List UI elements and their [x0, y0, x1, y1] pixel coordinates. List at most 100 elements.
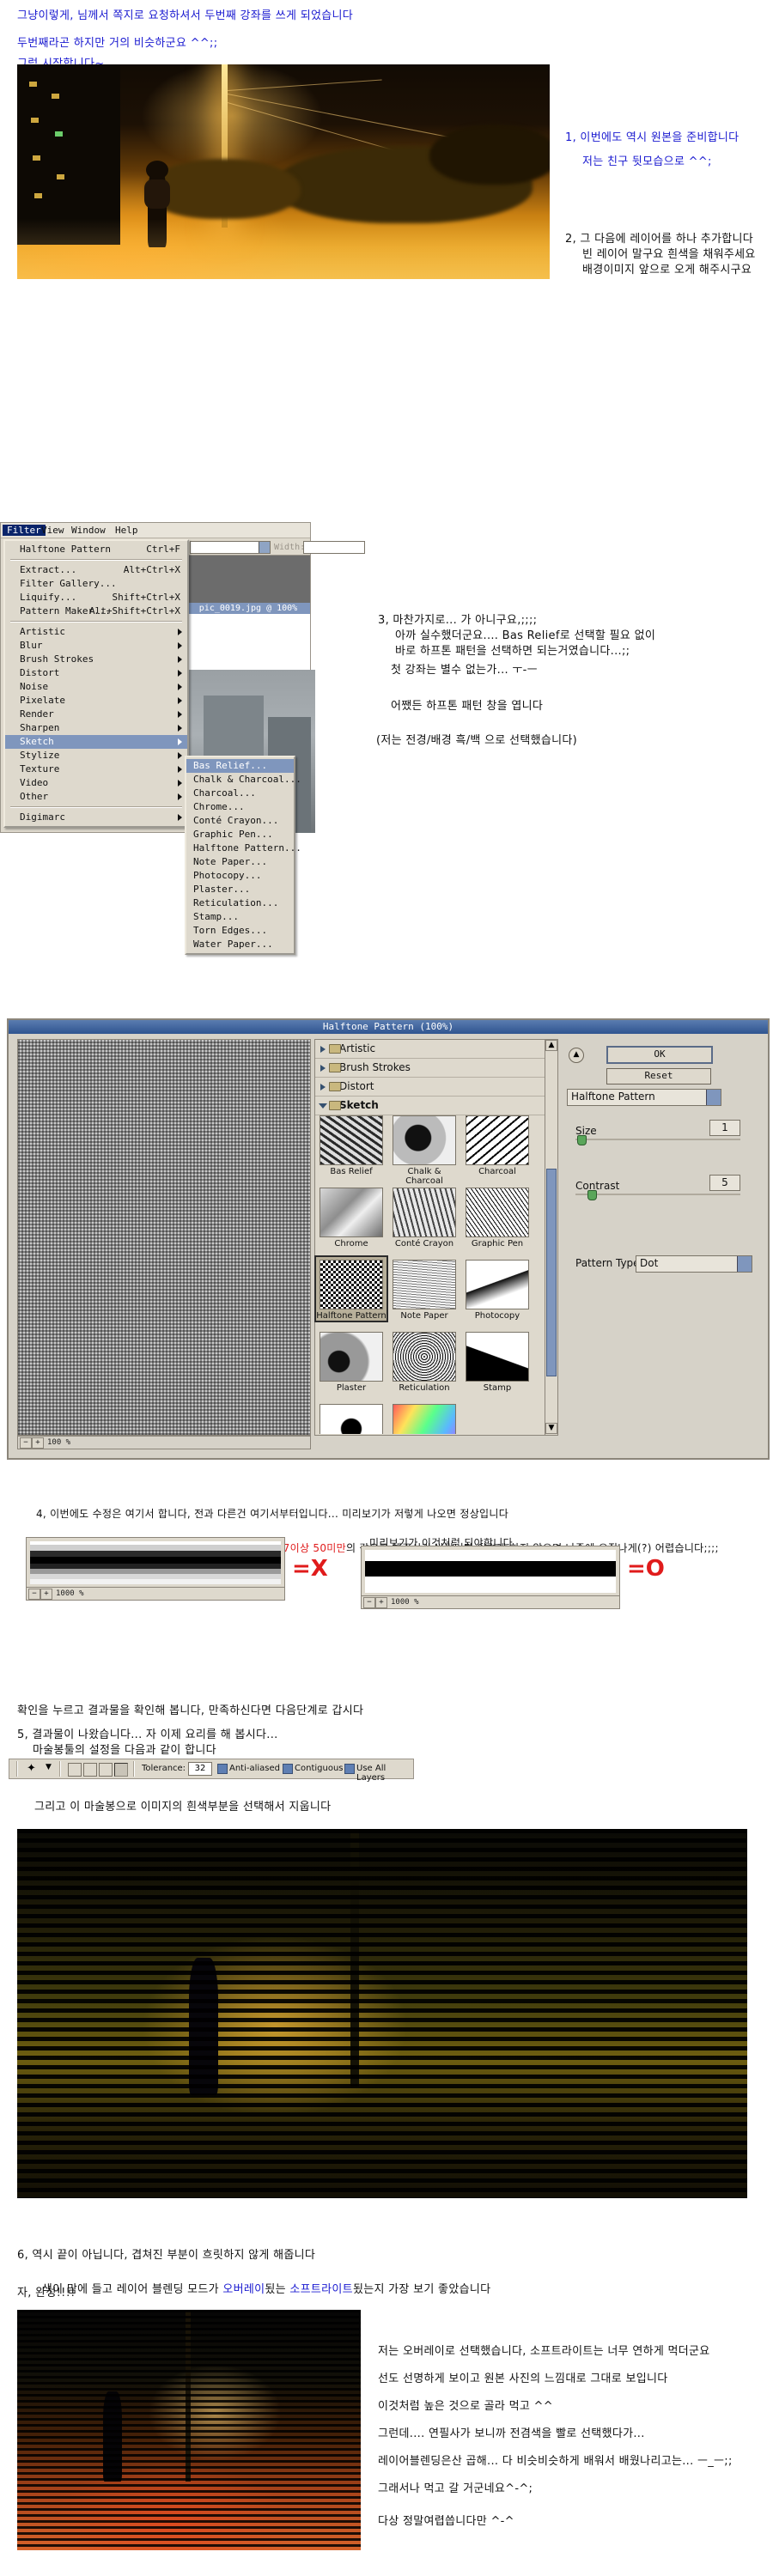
sketch-submenu-item-photocopy[interactable]: Photocopy...: [186, 869, 294, 883]
filter-thumbnail-graphic-pen[interactable]: Graphic Pen: [462, 1185, 533, 1249]
menu-window[interactable]: Window: [67, 525, 110, 536]
zoom-out-button[interactable]: −: [28, 1589, 40, 1600]
filter-thumbnail-torn-edges[interactable]: Torn Edges: [316, 1401, 386, 1434]
add-to-selection-button[interactable]: [83, 1763, 97, 1777]
filter-name-dropdown[interactable]: Halftone Pattern: [567, 1089, 721, 1106]
filter-menu-item-digimarc[interactable]: Digimarc: [5, 811, 187, 824]
magic-wand-options-bar[interactable]: ✦ ▼ Tolerance: 32 Anti-aliased Contiguou…: [9, 1759, 414, 1783]
anti-aliased-label[interactable]: Anti-aliased: [229, 1764, 280, 1773]
ok-button[interactable]: OK: [606, 1046, 713, 1064]
new-selection-button[interactable]: [68, 1763, 82, 1777]
scrollbar-thumb[interactable]: [546, 1169, 557, 1376]
sketch-submenu-item-water-paper[interactable]: Water Paper...: [186, 938, 294, 951]
size-slider-knob[interactable]: [577, 1135, 587, 1145]
filter-thumbnail-chrome[interactable]: Chrome: [316, 1185, 386, 1249]
menu-help[interactable]: Help: [111, 525, 143, 536]
options-bar[interactable]: Width:: [186, 539, 365, 556]
zoom-in-button[interactable]: +: [375, 1597, 387, 1608]
good-preview-zoom-bar[interactable]: − + 1000 %: [362, 1595, 619, 1608]
chevron-right-icon[interactable]: [320, 1065, 326, 1072]
scroll-down-button[interactable]: ▼: [545, 1423, 557, 1434]
size-row[interactable]: Size 1: [575, 1120, 747, 1145]
filter-settings-pane[interactable]: ▲ OK Reset Halftone Pattern Size 1 Contr…: [562, 1039, 758, 1434]
zoom-in-button[interactable]: +: [40, 1589, 52, 1600]
chevron-down-icon[interactable]: [737, 1256, 752, 1272]
filter-thumbnail-photocopy[interactable]: Photocopy: [462, 1257, 533, 1321]
sketch-submenu-item-note-paper[interactable]: Note Paper...: [186, 855, 294, 869]
filter-menu-item-other[interactable]: Other: [5, 790, 187, 804]
scroll-up-button[interactable]: ▲: [545, 1040, 557, 1051]
document-tab[interactable]: pic_0019.jpg @ 100%: [186, 603, 310, 614]
filter-category-distort[interactable]: Distort: [315, 1078, 557, 1097]
anti-aliased-checkbox[interactable]: [217, 1764, 228, 1774]
filter-menu-item-pixelate[interactable]: Pixelate: [5, 694, 187, 708]
subtract-from-selection-button[interactable]: [99, 1763, 113, 1777]
sketch-submenu-item-graphic-pen[interactable]: Graphic Pen...: [186, 828, 294, 841]
use-all-layers-checkbox[interactable]: [344, 1764, 355, 1774]
chevron-right-icon[interactable]: [320, 1084, 326, 1091]
preview-zoom-bar[interactable]: − + 100 %: [17, 1436, 311, 1449]
filter-thumbnail-chalk-charcoal[interactable]: Chalk & Charcoal: [389, 1113, 460, 1186]
size-slider[interactable]: [575, 1135, 740, 1145]
contiguous-label[interactable]: Contiguous: [295, 1764, 344, 1773]
filter-thumbnail-cont-crayon[interactable]: Conté Crayon: [389, 1185, 460, 1249]
chevron-down-icon[interactable]: ▼: [46, 1763, 52, 1771]
sketch-submenu-item-chrome[interactable]: Chrome...: [186, 800, 294, 814]
filter-menu-item-brush-strokes[interactable]: Brush Strokes: [5, 653, 187, 666]
chevron-down-icon[interactable]: [319, 1103, 327, 1112]
filter-menu-item-pattern-maker[interactable]: Pattern Maker... Alt+Shift+Ctrl+X: [5, 605, 187, 618]
filter-menu-item-noise[interactable]: Noise: [5, 680, 187, 694]
filter-thumbnail-stamp[interactable]: Stamp: [462, 1329, 533, 1393]
filter-list-scrollbar[interactable]: ▲ ▼: [545, 1039, 558, 1436]
filter-menu-item-extract[interactable]: Extract... Alt+Ctrl+X: [5, 563, 187, 577]
filter-thumbnail-charcoal[interactable]: Charcoal: [462, 1113, 533, 1176]
filter-thumbnail-note-paper[interactable]: Note Paper: [389, 1257, 460, 1321]
filter-menu-item-stylize[interactable]: Stylize: [5, 749, 187, 762]
magic-wand-icon[interactable]: ✦: [27, 1762, 36, 1775]
chevron-down-icon[interactable]: [259, 542, 270, 553]
filter-thumbnail-reticulation[interactable]: Reticulation: [389, 1329, 460, 1393]
filter-menu-item-distort[interactable]: Distort: [5, 666, 187, 680]
options-dropdown[interactable]: [190, 541, 271, 554]
halftone-pattern-dialog[interactable]: Halftone Pattern (100%) − + 100 % Artist…: [7, 1018, 770, 1460]
use-all-layers-label[interactable]: Use All Layers: [356, 1764, 413, 1783]
contiguous-checkbox[interactable]: [283, 1764, 293, 1774]
reset-button[interactable]: Reset: [606, 1068, 711, 1084]
menu-bar[interactable]: Filter View Window Help: [1, 523, 310, 538]
filter-menu-item-sharpen[interactable]: Sharpen: [5, 721, 187, 735]
filter-menu-item-filter-gallery[interactable]: Filter Gallery...: [5, 577, 187, 591]
photoshop-filter-menu-window[interactable]: Filter View Window Help Width: pic_0019.…: [0, 522, 365, 955]
filter-thumbnail-halftone-pattern[interactable]: Halftone Pattern: [314, 1255, 388, 1322]
zoom-out-button[interactable]: −: [20, 1437, 32, 1449]
collapse-panel-icon[interactable]: ▲: [569, 1048, 584, 1063]
sketch-submenu[interactable]: Bas Relief... Chalk & Charcoal... Charcoal…: [185, 756, 301, 955]
contrast-value[interactable]: 5: [709, 1175, 740, 1191]
sketch-submenu-item-chalk-charcoal[interactable]: Chalk & Charcoal...: [186, 773, 301, 787]
intersect-selection-button[interactable]: [114, 1763, 128, 1777]
zoom-in-button[interactable]: +: [32, 1437, 44, 1449]
filter-menu-item-video[interactable]: Video: [5, 776, 187, 790]
pattern-type-dropdown[interactable]: Dot: [636, 1255, 752, 1273]
chevron-right-icon[interactable]: [320, 1046, 326, 1053]
sketch-submenu-item-cont-crayon[interactable]: Conté Crayon...: [186, 814, 294, 828]
chevron-down-icon[interactable]: [706, 1090, 721, 1105]
filter-thumbnail-plaster[interactable]: Plaster: [316, 1329, 386, 1393]
contrast-slider[interactable]: [575, 1190, 740, 1200]
sketch-submenu-item-charcoal[interactable]: Charcoal...: [186, 787, 294, 800]
filter-menu-item-halftone-pattern[interactable]: Halftone Pattern Ctrl+F: [5, 543, 187, 556]
filter-dropdown-menu[interactable]: Halftone Pattern Ctrl+F Extract... Alt+Ctrl…: [3, 539, 189, 828]
filter-menu-item-blur[interactable]: Blur: [5, 639, 187, 653]
zoom-out-button[interactable]: −: [363, 1597, 375, 1608]
filter-menu-item-texture[interactable]: Texture: [5, 762, 187, 776]
sketch-submenu-item-stamp[interactable]: Stamp...: [186, 910, 294, 924]
filter-menu-item-liquify[interactable]: Liquify... Shift+Ctrl+X: [5, 591, 187, 605]
filter-menu-item-artistic[interactable]: Artistic: [5, 625, 187, 639]
filter-thumbnail-grid[interactable]: Bas Relief Chalk & Charcoal Charcoal Chrome…: [314, 1113, 543, 1434]
sketch-submenu-item-plaster[interactable]: Plaster...: [186, 883, 294, 896]
filter-menu-item-sketch[interactable]: Sketch: [5, 735, 187, 749]
sketch-submenu-item-reticulation[interactable]: Reticulation...: [186, 896, 294, 910]
filter-menu-item-render[interactable]: Render: [5, 708, 187, 721]
options-width-field[interactable]: [303, 541, 365, 554]
filter-category-artistic[interactable]: Artistic: [315, 1040, 557, 1059]
size-value[interactable]: 1: [709, 1120, 740, 1136]
